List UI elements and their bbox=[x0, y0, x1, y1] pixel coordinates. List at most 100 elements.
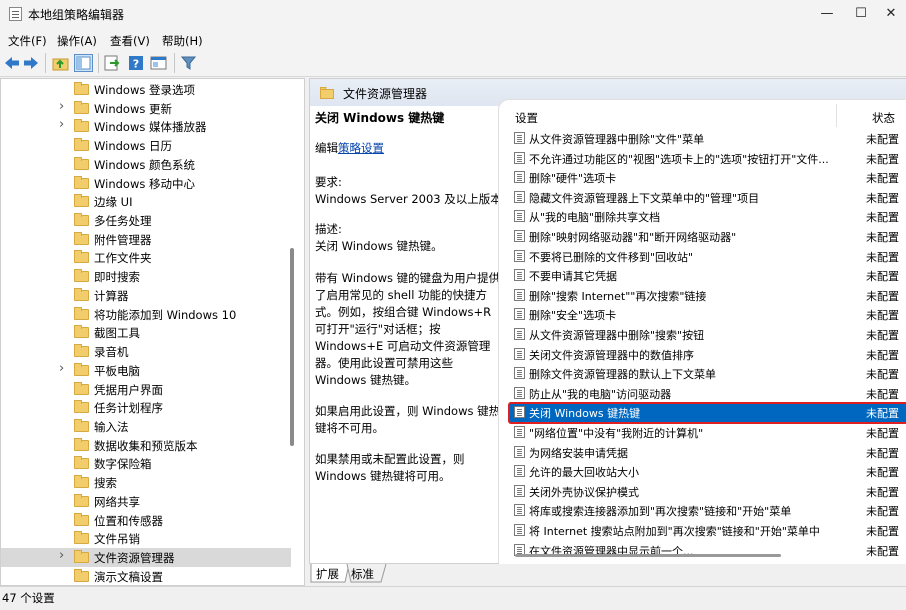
tree-scrollbar[interactable] bbox=[290, 248, 294, 446]
tab-standard[interactable]: 标准 bbox=[351, 566, 374, 582]
tree-item[interactable]: 位置和传感器 bbox=[1, 511, 291, 530]
policy-setting-icon bbox=[514, 386, 525, 399]
description-text: 关闭 Windows 键热键。 bbox=[315, 239, 443, 253]
tree-item[interactable]: Windows 颜色系统 bbox=[1, 155, 291, 174]
tree-item-label: 凭据用户界面 bbox=[94, 382, 163, 397]
policy-setting-icon bbox=[514, 171, 525, 184]
policy-row[interactable]: 从文件资源管理器中删除"文件"菜单 未配置 bbox=[510, 128, 906, 148]
tree-item-label: 网络共享 bbox=[94, 494, 140, 509]
policy-setting-icon bbox=[514, 465, 525, 478]
policy-state: 未配置 bbox=[866, 309, 899, 323]
menu-file[interactable]: 文件(F) bbox=[8, 33, 47, 49]
tree-item[interactable]: › Windows 更新 bbox=[1, 99, 291, 118]
show-hide-tree-icon[interactable] bbox=[74, 54, 93, 72]
tree-item[interactable]: 网络共享 bbox=[1, 492, 291, 511]
policy-row[interactable]: 为网络安装申请凭据 未配置 bbox=[510, 442, 906, 462]
policy-row[interactable]: 不允许通过功能区的"视图"选项卡上的"选项"按钮打开"文件... 未配置 bbox=[510, 148, 906, 168]
description-para-2: 如果启用此设置，则 Windows 键热键将不可用。 bbox=[315, 404, 501, 435]
close-button[interactable]: ✕ bbox=[876, 0, 906, 28]
tree-item[interactable]: 录音机 bbox=[1, 342, 291, 361]
tree-item-label: 数据收集和预览版本 bbox=[94, 438, 198, 453]
tree-item-label: 位置和传感器 bbox=[94, 513, 163, 528]
tab-extended[interactable]: 扩展 bbox=[316, 566, 339, 582]
properties-icon[interactable] bbox=[150, 55, 167, 71]
column-header-state[interactable]: 状态 bbox=[872, 110, 895, 126]
menu-help[interactable]: 帮助(H) bbox=[162, 33, 203, 49]
tree-item[interactable]: › Windows 媒体播放器 bbox=[1, 117, 291, 136]
policy-setting-icon bbox=[514, 328, 525, 340]
tree-item[interactable]: 输入法 bbox=[1, 417, 291, 436]
tree-item[interactable]: › 文件资源管理器 bbox=[1, 548, 291, 567]
policy-row[interactable]: 将 Internet 搜索站点附加到"再次搜索"链接和"开始"菜单中 未配置 bbox=[510, 520, 906, 540]
tree-item[interactable]: 附件管理器 bbox=[1, 230, 291, 249]
tree-item[interactable]: › 平板电脑 bbox=[1, 361, 291, 380]
column-divider[interactable] bbox=[836, 104, 837, 127]
policy-row[interactable]: 防止从"我的电脑"访问驱动器 未配置 bbox=[510, 383, 906, 403]
policy-setting-icon bbox=[514, 524, 525, 536]
forward-arrow-icon[interactable] bbox=[23, 56, 39, 70]
toolbar-separator bbox=[174, 53, 175, 73]
policy-list-hscrollbar[interactable] bbox=[515, 554, 781, 557]
policy-row[interactable]: 关闭外壳协议保护模式 未配置 bbox=[510, 481, 906, 501]
tree-item[interactable]: 数字保险箱 bbox=[1, 454, 291, 473]
tree-item[interactable]: 截图工具 bbox=[1, 323, 291, 342]
policy-setting-icon bbox=[514, 426, 525, 438]
policy-row[interactable]: 将库或搜索连接器添加到"再次搜索"链接和"开始"菜单 未配置 bbox=[510, 500, 906, 520]
expand-arrow-icon[interactable]: › bbox=[59, 117, 64, 132]
policy-row[interactable]: 删除"硬件"选项卡 未配置 bbox=[510, 167, 906, 187]
up-folder-icon[interactable] bbox=[52, 55, 69, 71]
filter-icon[interactable] bbox=[181, 56, 196, 70]
policy-row[interactable]: 隐藏文件资源管理器上下文菜单中的"管理"项目 未配置 bbox=[510, 187, 906, 207]
policy-row[interactable]: 不要将已删除的文件移到"回收站" 未配置 bbox=[510, 246, 906, 266]
policy-row[interactable]: 关闭文件资源管理器中的数值排序 未配置 bbox=[510, 344, 906, 364]
policy-row[interactable]: 从"我的电脑"删除共享文档 未配置 bbox=[510, 206, 906, 226]
tree-item[interactable]: 凭据用户界面 bbox=[1, 380, 291, 399]
column-header-setting[interactable]: 设置 bbox=[515, 110, 538, 126]
policy-row[interactable]: 删除"映射网络驱动器"和"断开网络驱动器" 未配置 bbox=[510, 226, 906, 246]
tree-item[interactable]: Windows 日历 bbox=[1, 136, 291, 155]
policy-row[interactable]: 删除"搜索 Internet""再次搜索"链接 未配置 bbox=[510, 285, 906, 305]
tree-item[interactable]: 文件吊销 bbox=[1, 529, 291, 548]
tree-item[interactable]: 边缘 UI bbox=[1, 192, 291, 211]
tree-item[interactable]: 即时搜索 bbox=[1, 267, 291, 286]
export-list-icon[interactable] bbox=[104, 55, 120, 71]
folder-icon bbox=[74, 493, 89, 507]
policy-row[interactable]: 允许的最大回收站大小 未配置 bbox=[510, 461, 906, 481]
menu-view[interactable]: 查看(V) bbox=[110, 33, 150, 49]
policy-state: 未配置 bbox=[866, 348, 899, 362]
status-bar bbox=[0, 586, 906, 610]
folder-icon bbox=[74, 456, 89, 470]
folder-icon bbox=[74, 531, 89, 545]
edit-policy-link[interactable]: 策略设置 bbox=[338, 141, 384, 155]
policy-setting-icon bbox=[514, 367, 525, 380]
title-bar bbox=[0, 0, 906, 28]
tree-item-label: 录音机 bbox=[94, 345, 129, 360]
expand-arrow-icon[interactable]: › bbox=[59, 99, 64, 114]
policy-row[interactable]: 从文件资源管理器中删除"搜索"按钮 未配置 bbox=[510, 324, 906, 344]
folder-icon bbox=[320, 87, 334, 99]
tree-item[interactable]: 数据收集和预览版本 bbox=[1, 436, 291, 455]
tree-item[interactable]: 将功能添加到 Windows 10 bbox=[1, 305, 291, 324]
tree-item[interactable]: 工作文件夹 bbox=[1, 248, 291, 267]
expand-arrow-icon[interactable]: › bbox=[59, 361, 64, 376]
back-arrow-icon[interactable] bbox=[4, 56, 20, 70]
tree-item[interactable]: 多任务处理 bbox=[1, 211, 291, 230]
policy-state: 未配置 bbox=[866, 427, 899, 440]
tree-item[interactable]: Windows 登录选项 bbox=[1, 80, 291, 99]
tree-item[interactable]: 任务计划程序 bbox=[1, 398, 291, 417]
policy-label: 关闭外壳协议保护模式 bbox=[529, 485, 639, 499]
menu-action[interactable]: 操作(A) bbox=[57, 33, 97, 49]
tree-item[interactable]: 计算器 bbox=[1, 286, 291, 305]
folder-icon bbox=[74, 119, 89, 133]
tree-item-label: 截图工具 bbox=[94, 326, 140, 341]
policy-setting-icon bbox=[514, 484, 525, 497]
tree-item[interactable]: 演示文稿设置 bbox=[1, 567, 291, 585]
policy-row[interactable]: 删除"安全"选项卡 未配置 bbox=[510, 304, 906, 324]
policy-row[interactable]: 不要申请其它凭据 未配置 bbox=[510, 265, 906, 285]
tree-item[interactable]: Windows 移动中心 bbox=[1, 174, 291, 193]
tree-item[interactable]: 搜索 bbox=[1, 473, 291, 492]
policy-row[interactable]: 删除文件资源管理器的默认上下文菜单 未配置 bbox=[510, 363, 906, 383]
policy-row[interactable]: "网络位置"中没有"我附近的计算机" 未配置 bbox=[510, 422, 906, 442]
help-icon[interactable]: ? bbox=[128, 55, 144, 71]
expand-arrow-icon[interactable]: › bbox=[59, 548, 64, 563]
